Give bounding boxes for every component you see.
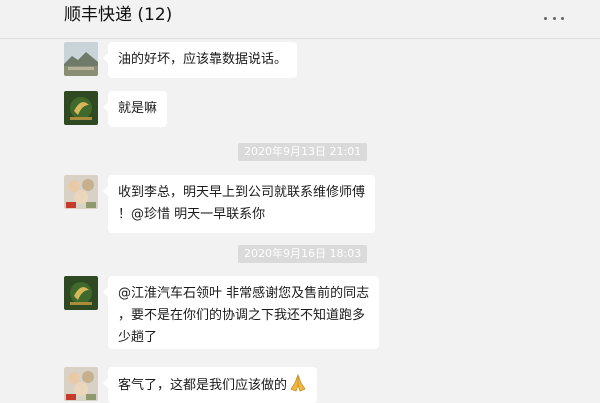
avatar[interactable] <box>64 367 98 401</box>
green-logo-avatar-icon <box>64 91 98 125</box>
landscape-avatar-icon <box>64 42 98 76</box>
message-bubble[interactable]: 油的好坏，应该靠数据说话。 <box>102 42 298 78</box>
group-avatar-icon <box>64 367 98 401</box>
more-dot <box>544 16 547 20</box>
message-text: 油的好坏，应该靠数据说话。 <box>118 52 288 67</box>
message-text-line: ！@珍惜 明天一早联系你 <box>118 207 266 222</box>
more-options-button[interactable] <box>544 10 564 26</box>
message-text-line: 收到李总，明天早上到公司就联系维修师傅 <box>118 185 366 200</box>
green-logo-avatar-icon <box>64 276 98 310</box>
message-bubble[interactable]: @江淮汽车石领叶 非常感谢您及售前的同志 ，要不是在你们的协调之下我还不知道跑多… <box>102 276 380 349</box>
message-text-line: 少趟了 <box>118 330 158 345</box>
folded-hands-icon <box>289 373 307 400</box>
avatar[interactable] <box>64 91 98 125</box>
message-list[interactable]: 油的好坏，应该靠数据说话。 就是嘛 2020年9月13日 21:01 收到李总，… <box>0 39 600 403</box>
avatar[interactable] <box>64 276 98 310</box>
chat-header: 顺丰快递 (12) <box>0 0 600 39</box>
group-avatar-icon <box>64 175 98 209</box>
message-text-line: @江淮汽车石领叶 非常感谢您及售前的同志 <box>118 286 370 301</box>
more-dot <box>552 16 556 20</box>
message-text-line: ，要不是在你们的协调之下我还不知道跑多 <box>118 308 366 323</box>
message-text: 客气了，这都是我们应该做的 <box>118 378 288 393</box>
timestamp: 2020年9月16日 18:03 <box>238 245 368 263</box>
message-bubble[interactable]: 收到李总，明天早上到公司就联系维修师傅 ！@珍惜 明天一早联系你 <box>102 175 376 233</box>
chat-title: 顺丰快递 (12) <box>64 5 173 25</box>
message-text: 就是嘛 <box>118 101 158 116</box>
more-dot <box>561 16 564 20</box>
avatar[interactable] <box>64 42 98 76</box>
avatar[interactable] <box>64 175 98 209</box>
message-bubble[interactable]: 就是嘛 <box>102 91 168 127</box>
message-bubble[interactable]: 客气了，这都是我们应该做的 <box>102 367 318 403</box>
timestamp: 2020年9月13日 21:01 <box>238 143 368 161</box>
